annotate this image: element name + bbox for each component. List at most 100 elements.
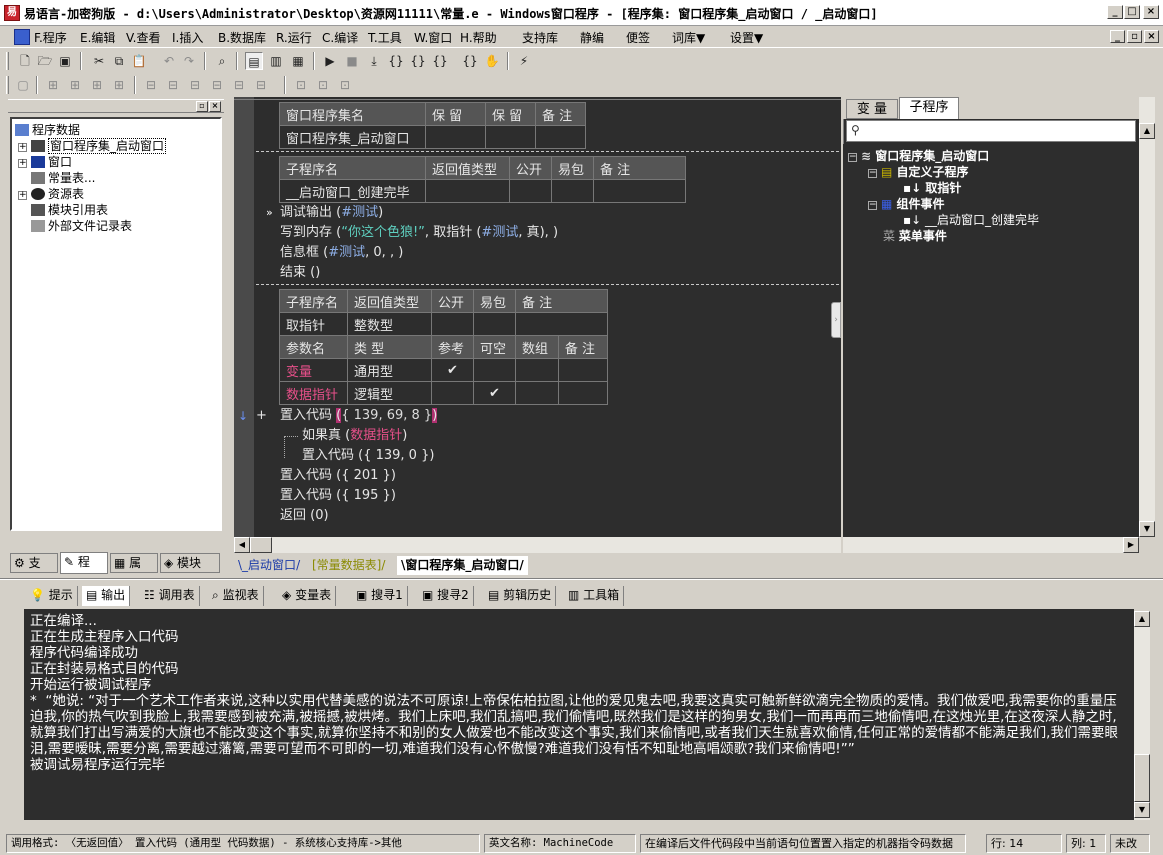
find-icon[interactable]: ⌕: [213, 52, 231, 70]
scroll-thumb[interactable]: [250, 537, 272, 553]
plugin-icon[interactable]: ⚡: [515, 52, 533, 70]
tab-output[interactable]: ▤ 输出: [82, 586, 131, 606]
undo-icon[interactable]: ↶: [160, 52, 178, 70]
tree-item-resources[interactable]: + 资源表: [18, 186, 84, 202]
code-line[interactable]: 置入代码 ({ 139, 0 }): [302, 446, 434, 466]
cut-icon[interactable]: ✂: [90, 52, 108, 70]
menu-database[interactable]: B.数据库: [218, 29, 266, 46]
scroll-up-button[interactable]: ▲: [1134, 611, 1150, 627]
code-line[interactable]: 结束 (): [280, 263, 320, 283]
tab-modules[interactable]: ◈ 模块: [160, 553, 220, 573]
align-top-icon[interactable]: ⊞: [110, 76, 128, 94]
lock-icon[interactable]: ⊡: [336, 76, 354, 94]
layout-2-icon[interactable]: ▥: [267, 52, 285, 70]
maximize-button[interactable]: □: [1124, 5, 1140, 19]
menu-tools[interactable]: T.工具: [368, 29, 402, 46]
tab-toolbox[interactable]: ▥ 工具箱: [564, 586, 625, 606]
order-back-icon[interactable]: ⊡: [314, 76, 332, 94]
scroll-right-button[interactable]: ▶: [1123, 537, 1139, 553]
expand-icon[interactable]: +: [256, 406, 267, 426]
step-into-icon[interactable]: {}: [387, 52, 405, 70]
right-hscroll[interactable]: ▶: [843, 537, 1139, 553]
align-right-icon[interactable]: ⊞: [88, 76, 106, 94]
code-line[interactable]: 置入代码 ({ 195 }): [280, 486, 396, 506]
left-panel-pin-button[interactable]: ▫: [196, 101, 208, 112]
collapse-handle[interactable]: ›: [831, 302, 841, 338]
paste-icon[interactable]: 📋: [130, 52, 148, 70]
tab-search1[interactable]: ▣ 搜寻1: [352, 586, 408, 606]
scroll-up-button[interactable]: ▲: [1139, 123, 1155, 139]
tree-item-window[interactable]: + 窗口: [18, 154, 72, 170]
align-left-icon[interactable]: ⊞: [44, 76, 62, 94]
space-v-icon[interactable]: ⊟: [230, 76, 248, 94]
space-h-icon[interactable]: ⊟: [208, 76, 226, 94]
menu-window[interactable]: W.窗口: [414, 29, 452, 46]
open-file-icon[interactable]: 🗁: [36, 52, 54, 70]
menu-run[interactable]: R.运行: [276, 29, 312, 46]
save-icon[interactable]: ▣: [56, 52, 74, 70]
code-line[interactable]: 写到内存 (“你这个色狼!”, 取指针 (#测试, 真), ): [280, 223, 558, 243]
rtree-root[interactable]: − ≋ 窗口程序集_启动窗口: [848, 148, 989, 164]
menu-support-lib[interactable]: 支持库: [522, 29, 558, 46]
redo-icon[interactable]: ↷: [180, 52, 198, 70]
breakpoint-icon[interactable]: {}: [461, 52, 479, 70]
rtree-custom-item[interactable]: ▪↓ 取指针: [903, 180, 961, 196]
menu-program[interactable]: F.程序: [34, 29, 67, 46]
menu-edit[interactable]: E.编辑: [80, 29, 115, 46]
tree-root[interactable]: 程序数据: [15, 122, 80, 138]
scroll-left-button[interactable]: ◀: [234, 537, 250, 553]
code-line[interactable]: 信息框 (#测试, 0, , ): [280, 243, 403, 263]
editor-hscroll[interactable]: ◀: [234, 537, 841, 553]
left-panel-close-button[interactable]: ×: [209, 101, 221, 112]
same-width-icon[interactable]: ⊟: [142, 76, 160, 94]
tab-program[interactable]: ✎ 程: [60, 552, 108, 574]
layout-1-icon[interactable]: ▤: [245, 52, 263, 70]
mdi-close-button[interactable]: ×: [1144, 30, 1159, 43]
menu-settings[interactable]: 设置▼: [730, 29, 763, 46]
tab-call-stack[interactable]: ☷ 调用表: [140, 586, 200, 606]
copy-icon[interactable]: ⧉: [110, 52, 128, 70]
tab-class[interactable]: \窗口程序集_启动窗口/: [397, 556, 528, 575]
scroll-thumb[interactable]: [1134, 754, 1150, 802]
tab-support[interactable]: ⚙ 支: [10, 553, 58, 573]
param-name-cell[interactable]: 变量: [279, 358, 348, 382]
hand-icon[interactable]: ✋: [483, 52, 501, 70]
rtree-events[interactable]: − ▦ 组件事件: [868, 196, 945, 212]
tab-properties[interactable]: ▦ 属: [110, 553, 158, 573]
tree-item-external[interactable]: 外部文件记录表: [18, 218, 132, 234]
sub2-name-cell[interactable]: 取指针: [279, 312, 348, 336]
tab-hints[interactable]: 💡 提示: [26, 586, 78, 606]
tab-variables-table[interactable]: ◈ 变量表: [278, 586, 337, 606]
scroll-down-button[interactable]: ▼: [1134, 802, 1150, 818]
step-out-icon[interactable]: {}: [431, 52, 449, 70]
tree-item-constants[interactable]: 常量表...: [18, 170, 95, 186]
order-front-icon[interactable]: ⊡: [292, 76, 310, 94]
mdi-restore-button[interactable]: ▫: [1127, 30, 1142, 43]
sub1-name-cell[interactable]: __启动窗口_创建完毕: [279, 179, 426, 203]
tab-startup-window[interactable]: \_启动窗口/: [238, 556, 300, 575]
code-line[interactable]: 如果真 (数据指针): [302, 426, 407, 446]
class-name-cell[interactable]: 窗口程序集_启动窗口: [279, 125, 426, 149]
subroutine-search[interactable]: ⚲: [846, 120, 1136, 142]
same-size-icon[interactable]: ⊟: [186, 76, 204, 94]
tab-variables[interactable]: 变 量: [846, 99, 898, 119]
mdi-minimize-button[interactable]: _: [1110, 30, 1125, 43]
tab-watch[interactable]: ⌕ 监视表: [208, 586, 264, 606]
center-h-icon[interactable]: ⊟: [252, 76, 270, 94]
step-icon[interactable]: ⤓: [365, 52, 383, 70]
rtree-custom[interactable]: − ▤ 自定义子程序: [868, 164, 969, 180]
align-grid-icon[interactable]: ▢: [14, 76, 32, 94]
same-height-icon[interactable]: ⊟: [164, 76, 182, 94]
menu-insert[interactable]: I.插入: [172, 29, 203, 46]
scroll-down-button[interactable]: ▼: [1139, 521, 1155, 537]
rtree-event-item[interactable]: ▪↓ __启动窗口_创建完毕: [903, 212, 1039, 228]
menu-static-compile[interactable]: 静编: [580, 29, 604, 46]
tab-subroutines[interactable]: 子程序: [899, 97, 959, 119]
run-icon[interactable]: ▶: [321, 52, 339, 70]
stop-icon[interactable]: ■: [343, 52, 361, 70]
code-line[interactable]: 返回 (0): [280, 506, 329, 526]
step-over-icon[interactable]: {}: [409, 52, 427, 70]
align-center-icon[interactable]: ⊞: [66, 76, 84, 94]
menu-lexicon[interactable]: 词库▼: [672, 29, 705, 46]
code-line[interactable]: 置入代码 ({ 139, 69, 8 }): [280, 406, 438, 426]
